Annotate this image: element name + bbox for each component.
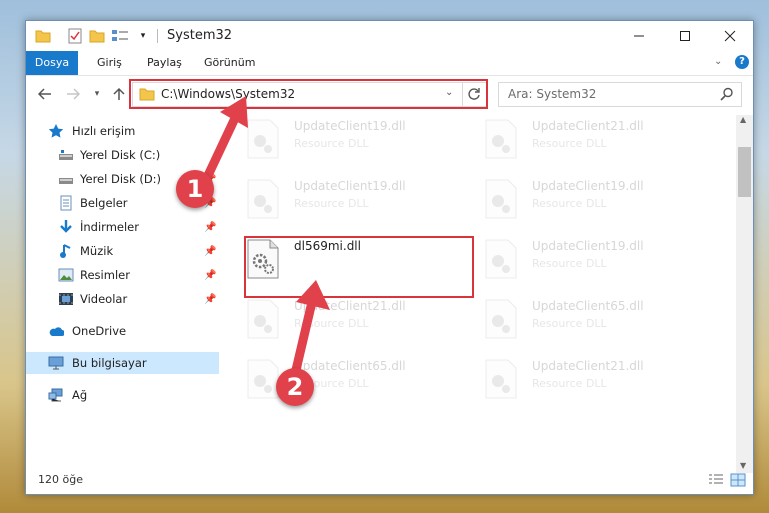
drive-icon (58, 147, 74, 163)
sidebar-item-label: Müzik (80, 244, 114, 258)
search-placeholder: Ara: System32 (508, 87, 597, 101)
help-icon[interactable]: ? (735, 55, 749, 69)
sidebar-item-label: Bu bilgisayar (72, 356, 147, 370)
chevron-down-icon[interactable]: ▾ (137, 27, 149, 45)
cloud-icon (48, 323, 64, 339)
sidebar-item-label: Hızlı erişim (72, 124, 136, 138)
sidebar-item-network[interactable]: Ağ (26, 384, 219, 406)
address-highlight-box (129, 79, 488, 109)
properties-icon[interactable] (66, 27, 84, 45)
file-type: Resource DLL (294, 137, 369, 150)
sidebar-item-label: İndirmeler (80, 220, 139, 234)
recent-locations-icon[interactable]: ▾ (88, 85, 106, 103)
file-name: UpdateClient19.dll (294, 119, 406, 133)
file-type: Resource DLL (532, 197, 607, 210)
window-title: System32 (167, 28, 233, 43)
large-icons-view-icon[interactable] (730, 473, 746, 487)
callout-1: 1 (176, 170, 214, 208)
ribbon: Dosya Giriş Paylaş Görünüm ⌄ ? (26, 51, 753, 76)
drive-icon (58, 171, 74, 187)
pin-icon[interactable]: 📌 (204, 246, 216, 257)
details-view-icon[interactable] (708, 473, 724, 487)
search-icon[interactable] (720, 87, 734, 101)
file-name: UpdateClient65.dll (532, 299, 644, 313)
list-item[interactable]: UpdateClient19.dll Resource DLL (246, 115, 476, 163)
pin-icon[interactable]: 📌 (204, 270, 216, 281)
dll-file-icon (485, 239, 517, 279)
sidebar-item-downloads[interactable]: İndirmeler 📌 (26, 216, 219, 238)
music-icon (58, 243, 74, 259)
scrollbar-thumb[interactable] (738, 147, 751, 197)
back-button[interactable] (36, 85, 54, 103)
list-item[interactable]: UpdateClient19.dll Resource DLL (484, 235, 714, 283)
sidebar-item-this-pc[interactable]: Bu bilgisayar (26, 352, 219, 374)
file-name: UpdateClient21.dll (532, 119, 644, 133)
dll-file-icon (485, 299, 517, 339)
list-item[interactable]: UpdateClient21.dll Resource DLL (484, 115, 714, 163)
tab-share[interactable]: Paylaş (147, 51, 182, 75)
file-type: Resource DLL (532, 377, 607, 390)
tab-home[interactable]: Giriş (97, 51, 122, 75)
list-item[interactable]: UpdateClient65.dll Resource DLL (484, 295, 714, 343)
dll-file-icon (485, 179, 517, 219)
file-type: Resource DLL (532, 317, 607, 330)
sidebar-item-music[interactable]: Müzik 📌 (26, 240, 219, 262)
pin-icon[interactable]: 📌 (204, 294, 216, 305)
vertical-scrollbar[interactable]: ▲ ▼ (736, 115, 753, 473)
sidebar-item-label: Ağ (72, 388, 88, 402)
title-bar: ▾ System32 (26, 21, 753, 51)
list-item[interactable]: UpdateClient21.dll Resource DLL (484, 355, 714, 403)
new-folder-icon[interactable] (88, 27, 106, 45)
sidebar-item-label: Belgeler (80, 196, 128, 210)
up-button[interactable] (110, 85, 128, 103)
sidebar-item-label: Videolar (80, 292, 128, 306)
view-options-icon[interactable] (110, 27, 130, 45)
sidebar-item-label: Yerel Disk (C:) (80, 148, 161, 162)
minimize-button[interactable] (616, 21, 662, 51)
file-name: UpdateClient19.dll (532, 179, 644, 193)
pin-icon[interactable]: 📌 (204, 222, 216, 233)
tab-file[interactable]: Dosya (26, 51, 78, 75)
sidebar-item-pictures[interactable]: Resimler 📌 (26, 264, 219, 286)
file-type: Resource DLL (532, 257, 607, 270)
view-switcher (708, 473, 748, 487)
scroll-down-icon[interactable]: ▼ (740, 461, 746, 470)
sidebar-item-label: Resimler (80, 268, 130, 282)
file-type: Resource DLL (294, 197, 369, 210)
dll-file-icon (485, 119, 517, 159)
maximize-button[interactable] (662, 21, 708, 51)
download-icon (58, 219, 74, 235)
file-type: Resource DLL (532, 137, 607, 150)
list-item[interactable]: UpdateClient19.dll Resource DLL (484, 175, 714, 223)
documents-icon (58, 195, 74, 211)
dll-file-icon (247, 359, 279, 399)
sidebar-item-label: Yerel Disk (D:) (80, 172, 162, 186)
close-button[interactable] (707, 21, 753, 51)
folder-icon (34, 27, 52, 45)
expand-ribbon-icon[interactable]: ⌄ (714, 56, 722, 67)
star-icon (48, 123, 64, 139)
tab-view[interactable]: Görünüm (204, 51, 255, 75)
sidebar-item-videos[interactable]: Videolar 📌 (26, 288, 219, 310)
list-item[interactable]: UpdateClient19.dll Resource DLL (246, 175, 476, 223)
computer-icon (48, 355, 64, 371)
dll-file-icon (485, 359, 517, 399)
dll-file-icon (247, 299, 279, 339)
network-icon (48, 387, 64, 403)
sidebar-item-label: OneDrive (72, 324, 127, 338)
callout-2: 2 (276, 368, 314, 406)
forward-button[interactable] (64, 85, 82, 103)
search-input[interactable]: Ara: System32 (498, 82, 742, 107)
videos-icon (58, 291, 74, 307)
arrow-2-icon (291, 280, 330, 375)
file-name: UpdateClient21.dll (532, 359, 644, 373)
scroll-up-icon[interactable]: ▲ (740, 115, 746, 124)
file-name: UpdateClient19.dll (532, 239, 644, 253)
sidebar-item-onedrive[interactable]: OneDrive (26, 320, 219, 342)
file-name: UpdateClient19.dll (294, 179, 406, 193)
pictures-icon (58, 267, 74, 283)
item-count: 120 öğe (38, 473, 83, 486)
